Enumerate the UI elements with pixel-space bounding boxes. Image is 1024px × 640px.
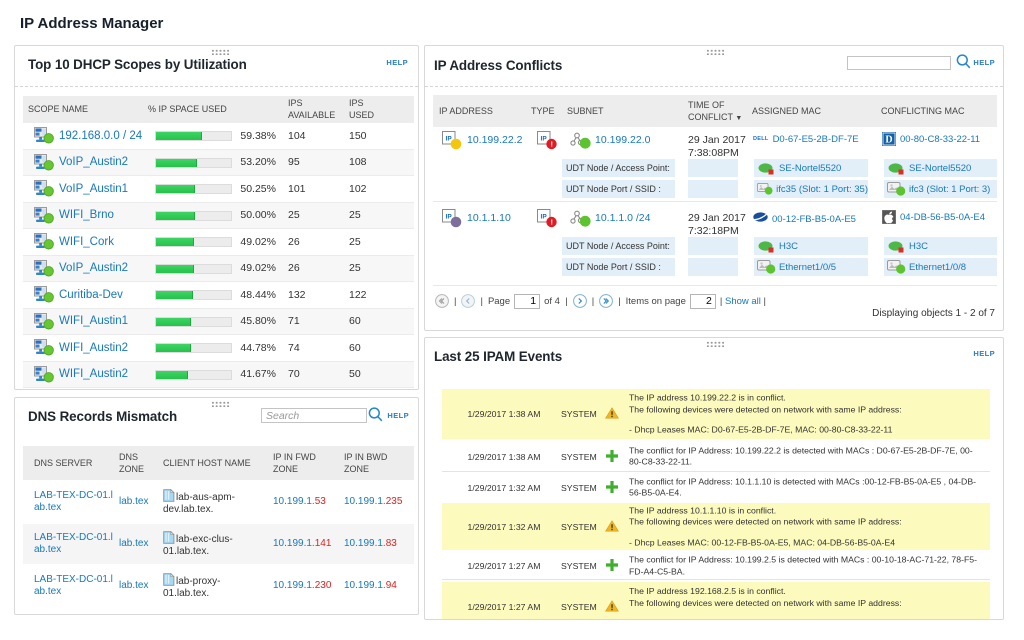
svg-text:!: ! xyxy=(550,218,553,227)
svg-text:IP: IP xyxy=(541,214,548,221)
svg-text:IP: IP xyxy=(541,136,548,143)
svg-text:D: D xyxy=(885,135,892,146)
svg-text:!: ! xyxy=(550,140,553,149)
